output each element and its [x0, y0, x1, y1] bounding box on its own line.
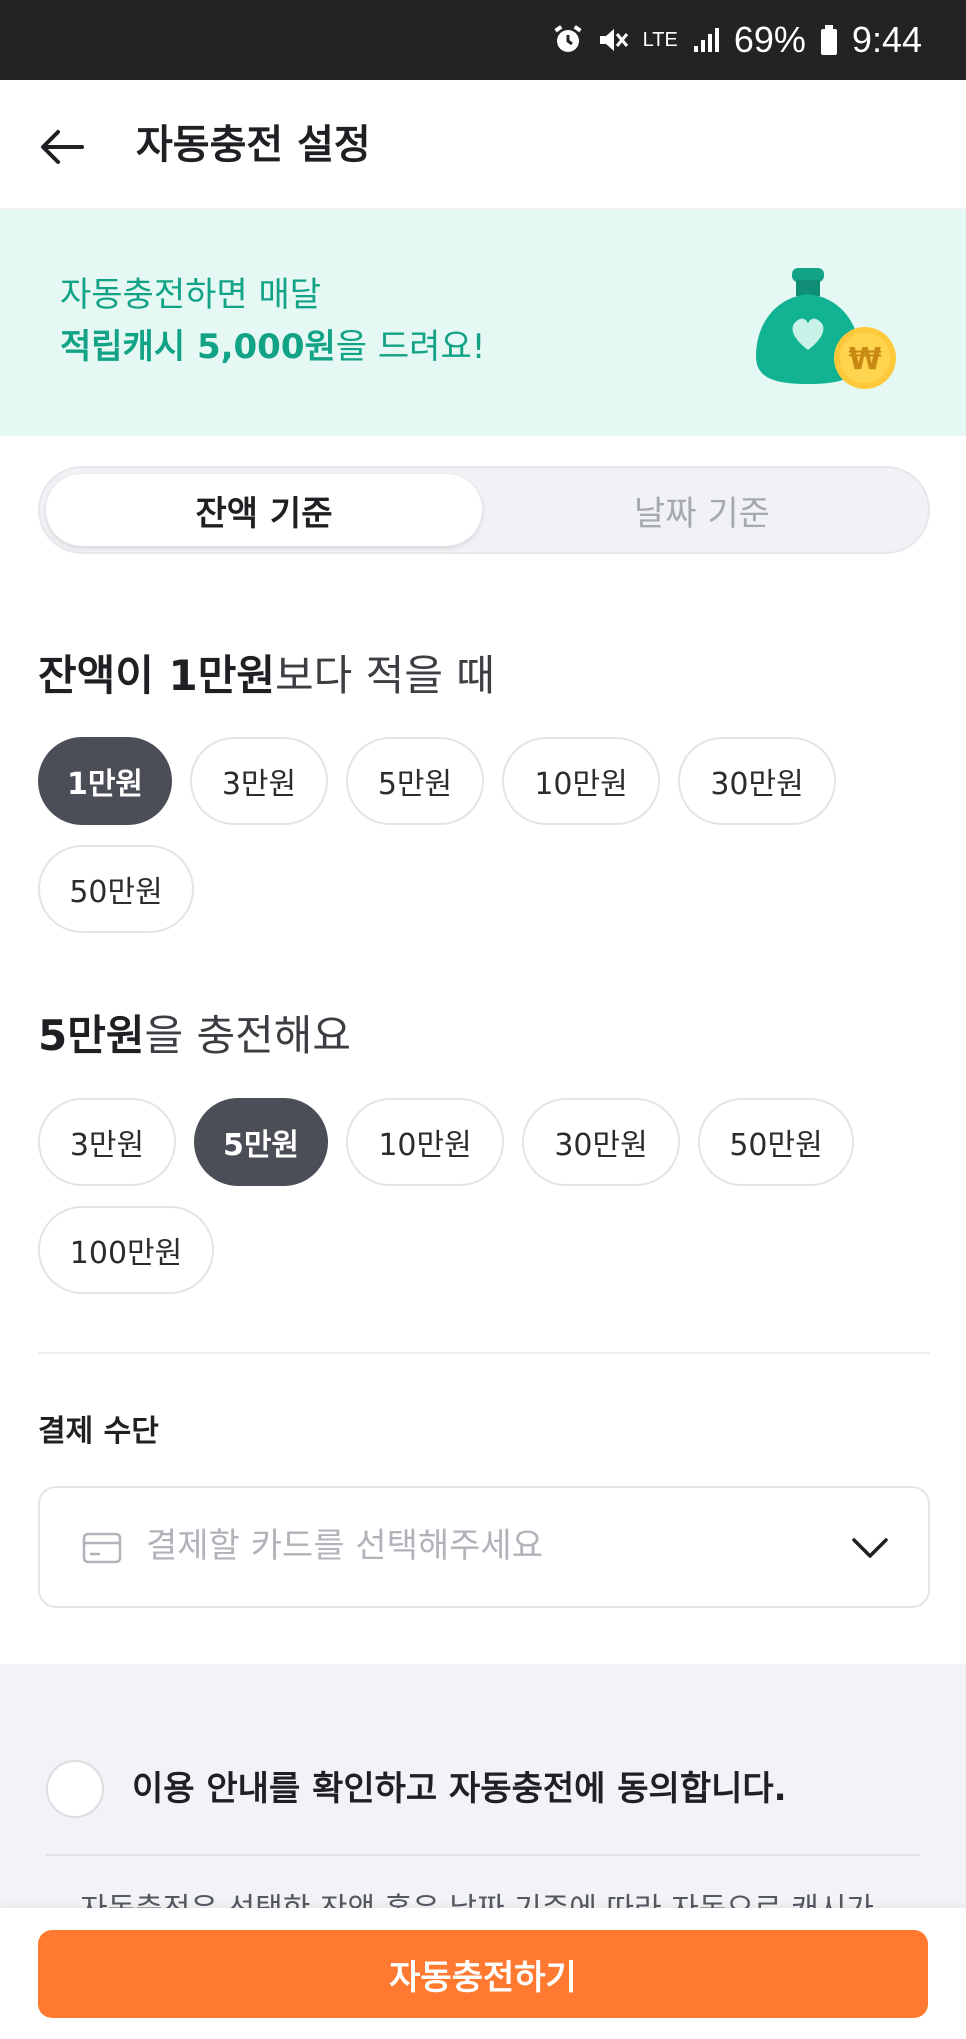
charge-chip-5[interactable]: 5만원	[194, 1098, 328, 1186]
threshold-chip-10[interactable]: 10만원	[502, 737, 660, 825]
status-icons: LTE 69% 9:44	[553, 0, 922, 80]
threshold-chip-3[interactable]: 3만원	[190, 737, 328, 825]
charge-chip-50[interactable]: 50만원	[698, 1098, 854, 1186]
threshold-title-bold: 잔액이 1만원	[38, 651, 276, 700]
charge-chip-10[interactable]: 10만원	[346, 1098, 504, 1186]
criteria-tabs: 잔액 기준 날짜 기준	[38, 466, 930, 554]
money-bag-icon: ₩	[756, 268, 896, 389]
clock: 9:44	[851, 19, 922, 60]
promo-banner: 자동충전하면 매달 적립캐시 5,000원을 드려요! ₩	[0, 210, 966, 436]
banner-line1: 자동충전하면 매달	[60, 275, 322, 315]
back-button[interactable]	[30, 115, 94, 179]
threshold-title: 잔액이 1만원보다 적을 때	[38, 646, 495, 706]
charge-chip-100[interactable]: 100만원	[38, 1206, 214, 1294]
signal-icon	[693, 28, 719, 52]
battery-icon	[820, 25, 837, 55]
chevron-down-icon	[852, 1538, 888, 1558]
banner-line2-rest: 을 드려요!	[335, 327, 486, 367]
back-arrow-icon	[41, 130, 84, 164]
banner-highlight: 적립캐시 5,000원	[60, 327, 336, 367]
threshold-chip-50[interactable]: 50만원	[38, 845, 194, 933]
banner-line2: 적립캐시 5,000원을 드려요!	[60, 324, 485, 370]
network-type: LTE	[642, 29, 678, 51]
battery-percent: 69%	[733, 19, 806, 60]
agree-label[interactable]: 이용 안내를 확인하고 자동충전에 동의합니다.	[132, 1762, 787, 1816]
page-title: 자동충전 설정	[136, 122, 371, 168]
charge-amount-title: 5만원을 충전해요	[38, 1006, 351, 1066]
status-bar: LTE 69% 9:44	[0, 0, 966, 80]
threshold-chip-30[interactable]: 30만원	[678, 737, 836, 825]
section-divider	[38, 1352, 930, 1354]
charge-chip-3[interactable]: 3만원	[38, 1098, 176, 1186]
threshold-chip-5[interactable]: 5만원	[346, 737, 484, 825]
charge-amount-title-bold: 5만원	[38, 1011, 145, 1060]
alarm-icon	[554, 25, 582, 52]
tab-date[interactable]: 날짜 기준	[484, 474, 920, 546]
agree-divider	[46, 1854, 920, 1856]
tab-balance[interactable]: 잔액 기준	[46, 474, 482, 546]
bottom-action-bar: 자동충전하기	[0, 1908, 966, 2039]
mute-icon	[599, 29, 628, 51]
app-header: 자동충전 설정	[0, 80, 966, 210]
agree-checkbox[interactable]	[46, 1760, 104, 1818]
auto-charge-button[interactable]: 자동충전하기	[38, 1930, 928, 2018]
credit-card-icon	[82, 1532, 122, 1564]
svg-text:₩: ₩	[848, 342, 881, 377]
threshold-chip-1[interactable]: 1만원	[38, 737, 172, 825]
card-select-dropdown[interactable]: 결제할 카드를 선택해주세요	[38, 1486, 930, 1608]
threshold-title-rest: 보다 적을 때	[275, 651, 495, 700]
charge-chip-30[interactable]: 30만원	[522, 1098, 680, 1186]
card-select-placeholder: 결제할 카드를 선택해주세요	[146, 1526, 543, 1566]
charge-amount-title-rest: 을 충전해요	[144, 1011, 352, 1060]
payment-label: 결제 수단	[38, 1414, 159, 1449]
